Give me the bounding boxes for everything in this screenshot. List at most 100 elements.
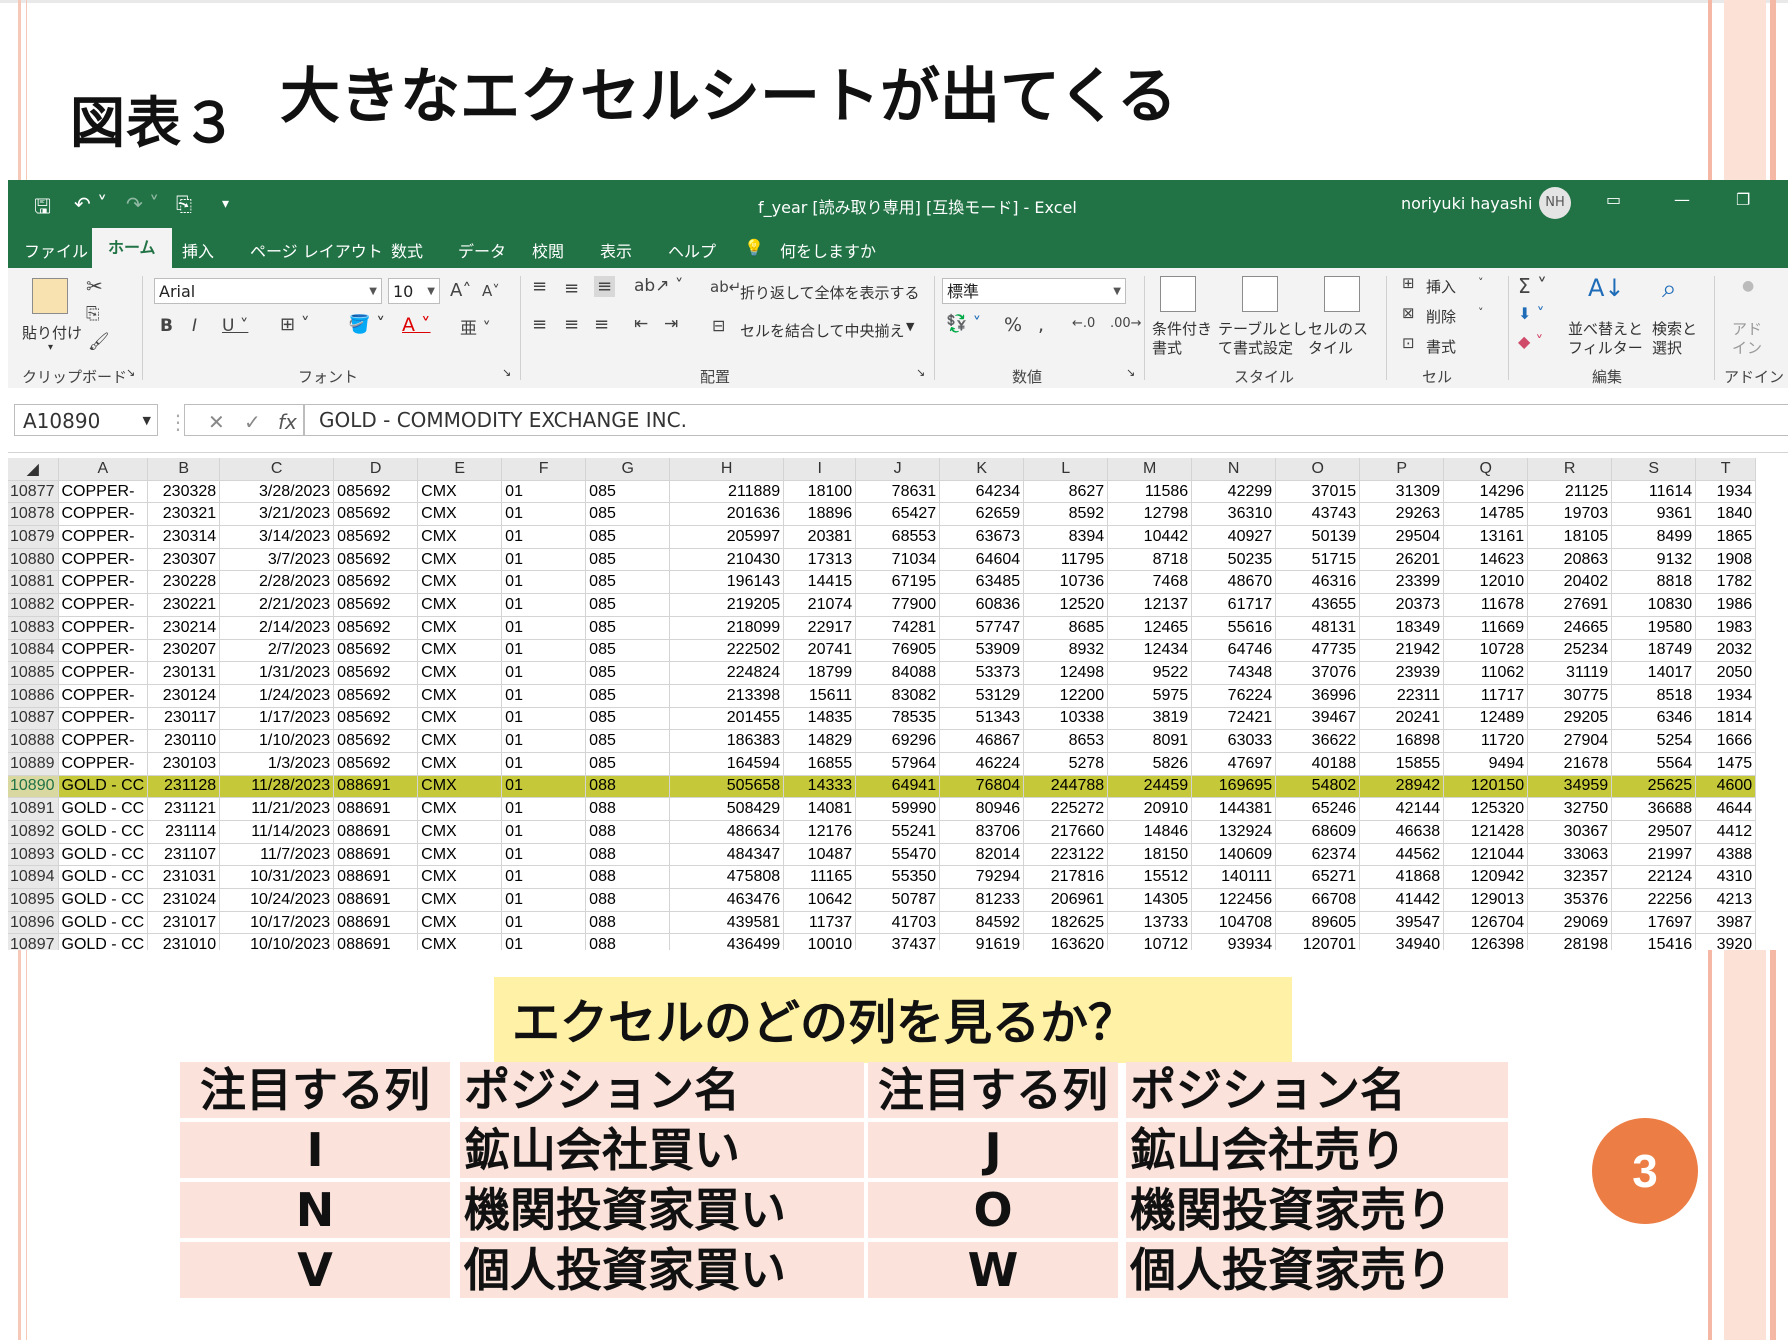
cell[interactable]: 41868 [1359,865,1445,890]
format-cells-button[interactable]: 書式 [1426,336,1456,357]
cell[interactable]: 088691 [333,775,419,799]
cell[interactable]: 085692 [333,525,419,549]
cell[interactable]: 31309 [1359,480,1445,504]
cell[interactable]: 64941 [855,775,941,799]
find-select-button[interactable]: 検索と選択 [1652,320,1702,358]
table-row[interactable]: 10895 GOLD - CC 231024 10/24/2023 088691 CMX 0… [8,888,1757,912]
cell[interactable]: 088691 [333,933,419,950]
cell[interactable]: 085692 [333,684,419,708]
accounting-format-icon[interactable]: 💱 ˅ [946,314,981,334]
cell[interactable]: 12489 [1443,707,1529,731]
cell[interactable]: 11/14/2023 [219,820,335,844]
cell[interactable]: 14415 [783,570,857,595]
cell[interactable]: 23399 [1359,570,1445,595]
cell[interactable]: 14081 [783,797,857,821]
cell[interactable]: 60836 [939,593,1025,617]
underline-icon[interactable]: U ˅ [222,316,248,336]
cell[interactable]: GOLD - CC [58,888,149,912]
delete-dropdown-icon[interactable]: ˅ [1478,306,1484,319]
cell[interactable]: 085 [585,502,671,527]
column-header[interactable]: I [783,458,857,481]
cell[interactable]: 22124 [1611,865,1697,890]
cell[interactable]: 47697 [1191,752,1277,776]
cell[interactable]: 2/21/2023 [219,593,335,617]
cell[interactable]: 48670 [1191,570,1277,595]
cell[interactable]: COPPER- [58,525,149,549]
row-header[interactable]: 10886 [8,684,59,708]
cell[interactable]: 01 [501,911,587,935]
cell[interactable]: CMX [417,843,503,867]
cell[interactable]: 1865 [1695,525,1757,549]
cell[interactable]: 12434 [1107,639,1193,663]
cell[interactable]: 12798 [1107,502,1193,527]
cell[interactable]: 15855 [1359,752,1445,776]
cell[interactable]: 9132 [1611,548,1697,572]
cell[interactable]: 42299 [1191,480,1277,504]
cell[interactable]: 01 [501,525,587,549]
qat-customize-icon[interactable]: ▾ [222,196,229,220]
cell[interactable]: 1983 [1695,616,1757,640]
cell[interactable]: 12498 [1023,661,1109,685]
copy-icon[interactable]: ⎘ [86,304,100,324]
cell[interactable]: 6346 [1611,707,1697,731]
cell[interactable]: 25625 [1611,775,1697,799]
font-shrink-icon[interactable]: A˅ [482,282,500,300]
cell[interactable]: 62659 [939,502,1025,527]
cell[interactable]: 34959 [1527,775,1613,799]
insert-function-icon[interactable]: fx [278,410,297,434]
row-header[interactable]: 10891 [8,797,59,821]
cell[interactable]: 81233 [939,888,1025,912]
select-all-corner[interactable]: ◢ [8,458,59,481]
cell[interactable]: 120150 [1443,775,1529,799]
cell[interactable]: 24665 [1527,616,1613,640]
cell[interactable]: 33063 [1527,843,1613,867]
cell[interactable]: 1934 [1695,684,1757,708]
cell[interactable]: 10010 [783,933,857,950]
cell[interactable]: 01 [501,480,587,504]
cell[interactable]: CMX [417,593,503,617]
cell[interactable]: 8518 [1611,684,1697,708]
column-header[interactable]: J [855,458,941,481]
cell[interactable]: 088691 [333,820,419,844]
cell[interactable]: 085 [585,639,671,663]
cell[interactable]: CMX [417,707,503,731]
cell[interactable]: 163620 [1023,933,1109,950]
merge-center-button[interactable]: セルを結合して中央揃え [740,320,905,341]
column-header[interactable]: N [1191,458,1277,481]
cell[interactable]: 74281 [855,616,941,640]
cell[interactable]: 18105 [1527,525,1613,549]
cancel-icon[interactable]: ✕ [208,410,225,434]
cell[interactable]: 11586 [1107,480,1193,504]
sort-filter-button[interactable]: 並べ替えとフィルター [1568,320,1648,358]
cell[interactable]: 10487 [783,843,857,867]
cell[interactable]: 132924 [1191,820,1277,844]
cell[interactable]: 20741 [783,639,857,663]
table-row[interactable]: 10879 COPPER- 230314 3/14/2023 085692 CMX 01 08… [8,525,1757,549]
cell[interactable]: 230328 [147,480,221,504]
cell[interactable]: 121428 [1443,820,1529,844]
addin-button[interactable]: アドイン [1732,320,1762,358]
cell[interactable]: 8627 [1023,480,1109,504]
cell[interactable]: 63485 [939,570,1025,595]
cell[interactable]: 30775 [1527,684,1613,708]
increase-decimal-icon[interactable]: ←.0 [1072,316,1095,331]
cell[interactable]: 1908 [1695,548,1757,572]
cell[interactable]: 65246 [1275,797,1361,821]
cell[interactable]: 2050 [1695,661,1757,685]
insert-dropdown-icon[interactable]: ˅ [1478,276,1484,289]
cell[interactable]: 10642 [783,888,857,912]
cell[interactable]: 71034 [855,548,941,572]
row-header[interactable]: 10890 [8,775,59,799]
cell[interactable]: 4388 [1695,843,1757,867]
cell[interactable]: 77900 [855,593,941,617]
cell[interactable]: 14829 [783,729,857,753]
row-header[interactable]: 10880 [8,548,59,572]
cell[interactable]: CMX [417,480,503,504]
cell[interactable]: 11795 [1023,548,1109,572]
cell[interactable]: 21125 [1527,480,1613,504]
cell[interactable]: 36310 [1191,502,1277,527]
cell[interactable]: CMX [417,752,503,776]
tab-data[interactable]: データ [458,238,506,262]
align-middle-icon[interactable]: ≡ [564,278,579,299]
cell[interactable]: 01 [501,616,587,640]
